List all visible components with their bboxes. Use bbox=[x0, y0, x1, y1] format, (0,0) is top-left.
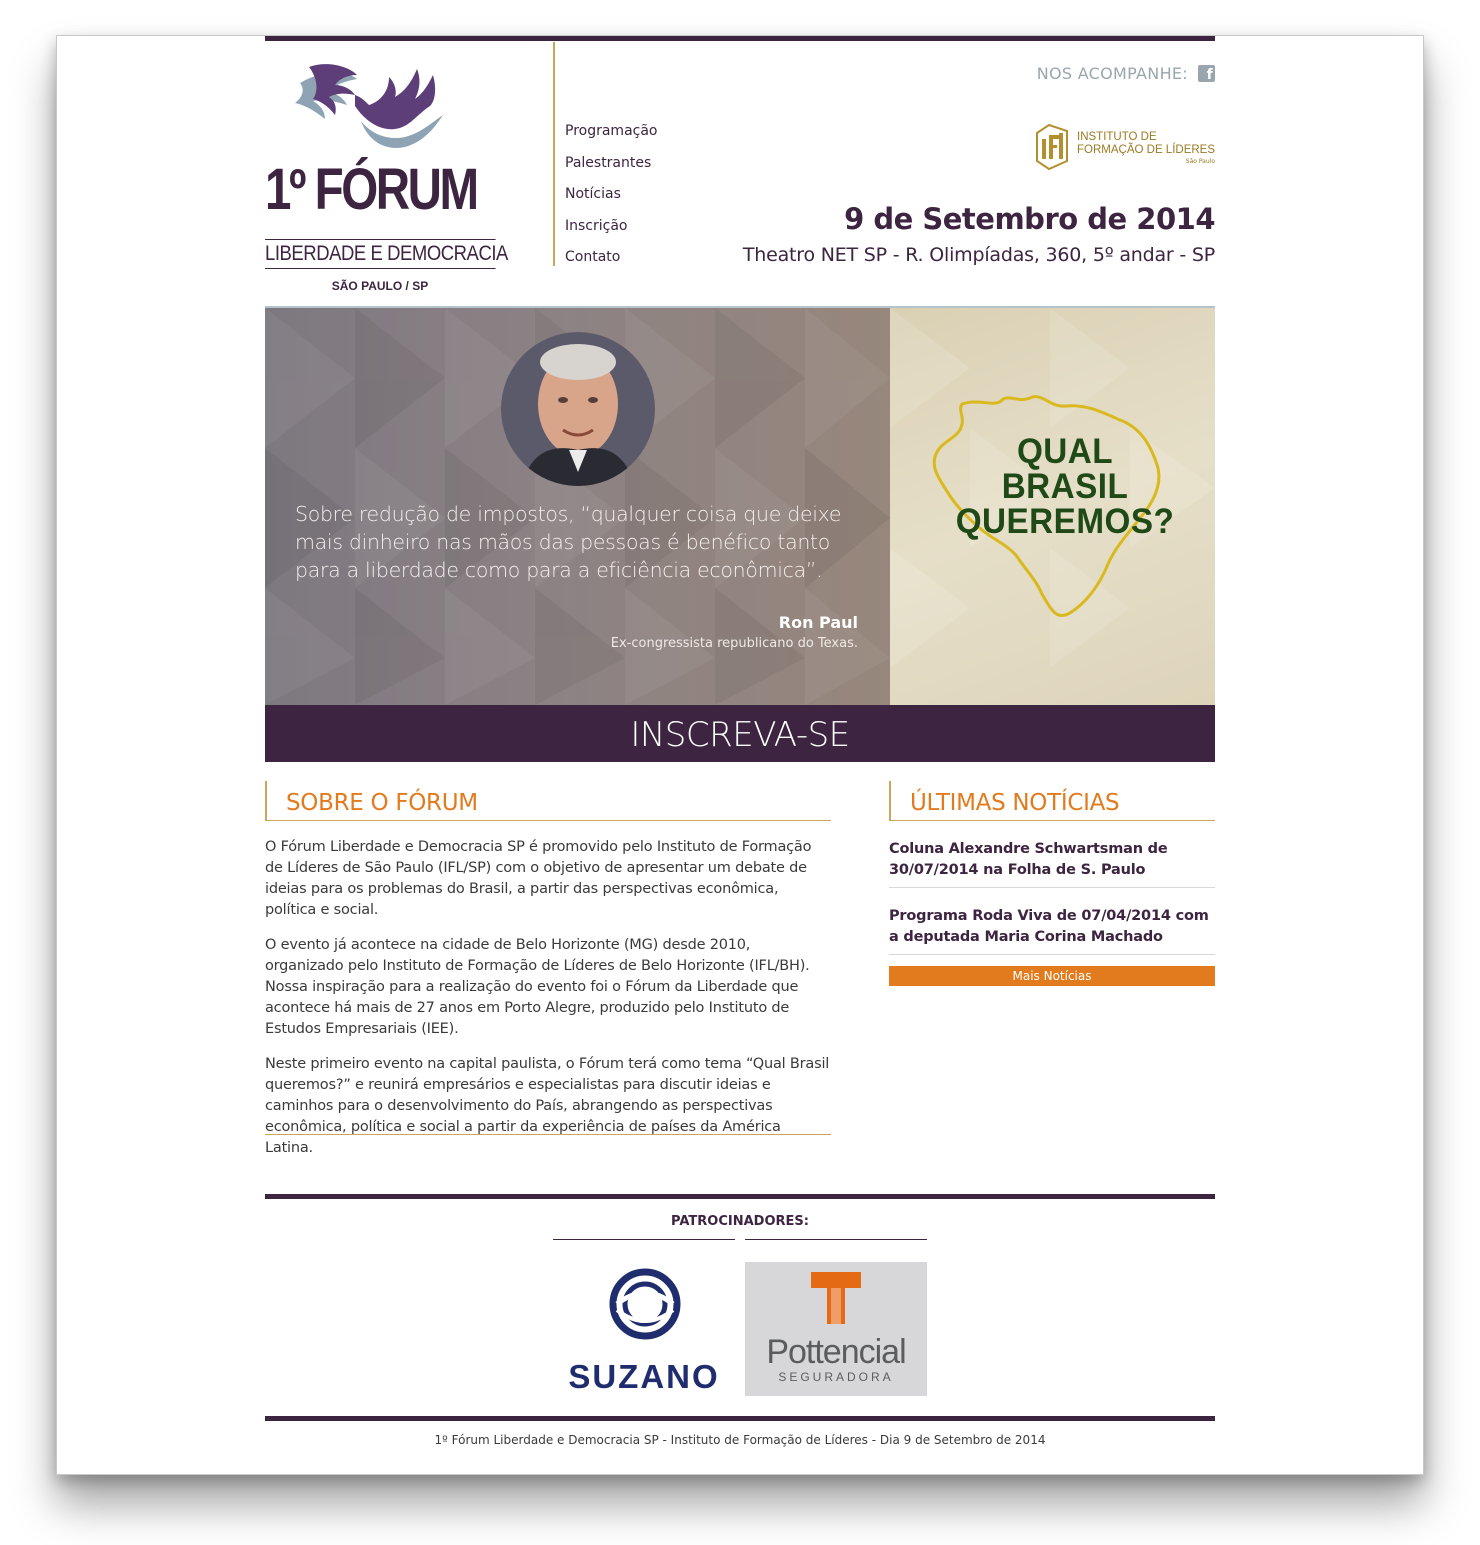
about-paragraph: Neste primeiro evento na capital paulist… bbox=[265, 1056, 830, 1156]
facebook-icon[interactable]: f bbox=[1198, 65, 1215, 82]
news-item[interactable]: Coluna Alexandre Schwartsman de 30/07/20… bbox=[889, 821, 1215, 888]
event-venue: Theatro NET SP - R. Olimpíadas, 360, 5º … bbox=[742, 244, 1215, 266]
speaker-name: Ron Paul bbox=[778, 613, 858, 632]
sponsor-tagline: SEGURADORA bbox=[778, 1370, 893, 1384]
logo-city: SÃO PAULO / SP bbox=[331, 279, 429, 293]
nav-item-contato[interactable]: Contato bbox=[565, 242, 658, 274]
nav-item-noticias[interactable]: Notícias bbox=[565, 179, 658, 211]
ifl-logo[interactable]: INSTITUTO DE FORMAÇÃO DE LÍDERES São Pau… bbox=[1031, 121, 1215, 171]
logo-title: 1º FÓRUM bbox=[265, 157, 479, 222]
footer-text: 1º Fórum Liberdade e Democracia SP - Ins… bbox=[434, 1433, 1046, 1447]
ifl-mark-icon bbox=[1036, 123, 1068, 171]
ifl-city: São Paulo bbox=[1185, 158, 1215, 165]
social-follow: NOS ACOMPANHE: f bbox=[1037, 64, 1215, 83]
sponsor-name: SUZANO bbox=[568, 1358, 719, 1395]
logo-subtitle: LIBERDADE E DEMOCRACIA bbox=[265, 239, 508, 269]
forum-logo[interactable]: 1º FÓRUM LIBERDADE E DEMOCRACIA SÃO PAUL… bbox=[265, 61, 508, 293]
news-heading: ÚLTIMAS NOTÍCIAS bbox=[889, 781, 1215, 821]
suzano-logo-icon: SUZANO bbox=[553, 1262, 735, 1396]
about-paragraph: O evento já acontece na cidade de Belo H… bbox=[265, 937, 810, 1037]
nav-item-palestrantes[interactable]: Palestrantes bbox=[565, 148, 658, 180]
sponsor-underline bbox=[553, 1239, 735, 1240]
browser-page: 1º FÓRUM LIBERDADE E DEMOCRACIA SÃO PAUL… bbox=[56, 35, 1424, 1475]
more-news-button[interactable]: Mais Notícias bbox=[889, 966, 1215, 986]
follow-label: NOS ACOMPANHE: bbox=[1036, 64, 1188, 83]
top-divider bbox=[265, 36, 1215, 41]
header-vertical-divider bbox=[553, 42, 555, 266]
nav-item-programacao[interactable]: Programação bbox=[565, 116, 658, 148]
ifl-name: INSTITUTO DE FORMAÇÃO DE LÍDERES bbox=[1077, 131, 1216, 156]
theme-title: QUAL BRASIL QUEREMOS? bbox=[955, 432, 1175, 541]
hero-banner: Sobre redução de impostos, “qualquer coi… bbox=[265, 306, 1215, 763]
sponsor-pottencial-logo[interactable]: Pottencial SEGURADORA bbox=[745, 1262, 927, 1396]
nav-item-inscricao[interactable]: Inscrição bbox=[565, 211, 658, 243]
quote-panel: Sobre redução de impostos, “qualquer coi… bbox=[265, 308, 890, 705]
speaker-role: Ex-congressista republicano do Texas. bbox=[610, 636, 858, 651]
hands-dove-icon bbox=[295, 64, 443, 148]
sponsors-title: PATROCINADORES: bbox=[671, 1214, 809, 1229]
about-heading: SOBRE O FÓRUM bbox=[265, 781, 831, 821]
speaker-photo bbox=[501, 332, 655, 486]
sponsors-divider bbox=[265, 1194, 1215, 1199]
news-list: Coluna Alexandre Schwartsman de 30/07/20… bbox=[889, 821, 1215, 986]
about-bottom-divider bbox=[265, 1134, 831, 1135]
theme-panel: QUAL BRASIL QUEREMOS? bbox=[890, 308, 1215, 705]
sponsor-name: Pottencial bbox=[766, 1333, 905, 1371]
register-cta-button[interactable]: INSCREVA-SE bbox=[265, 705, 1215, 762]
main-nav: Programação Palestrantes Notícias Inscri… bbox=[565, 116, 658, 274]
speaker-quote: Sobre redução de impostos, “qualquer coi… bbox=[295, 502, 842, 582]
speaker-portrait-icon bbox=[501, 332, 655, 486]
about-section: O Fórum Liberdade e Democracia SP é prom… bbox=[265, 837, 831, 1173]
news-item[interactable]: Programa Roda Viva de 07/04/2014 com a d… bbox=[889, 888, 1215, 955]
about-paragraph: O Fórum Liberdade e Democracia SP é prom… bbox=[265, 839, 812, 918]
event-date: 9 de Setembro de 2014 bbox=[844, 202, 1215, 236]
sponsor-suzano-logo[interactable]: SUZANO bbox=[553, 1262, 735, 1396]
footer-divider bbox=[265, 1416, 1215, 1421]
sponsor-underline bbox=[745, 1239, 927, 1240]
pottencial-logo-icon: Pottencial SEGURADORA bbox=[745, 1262, 927, 1396]
